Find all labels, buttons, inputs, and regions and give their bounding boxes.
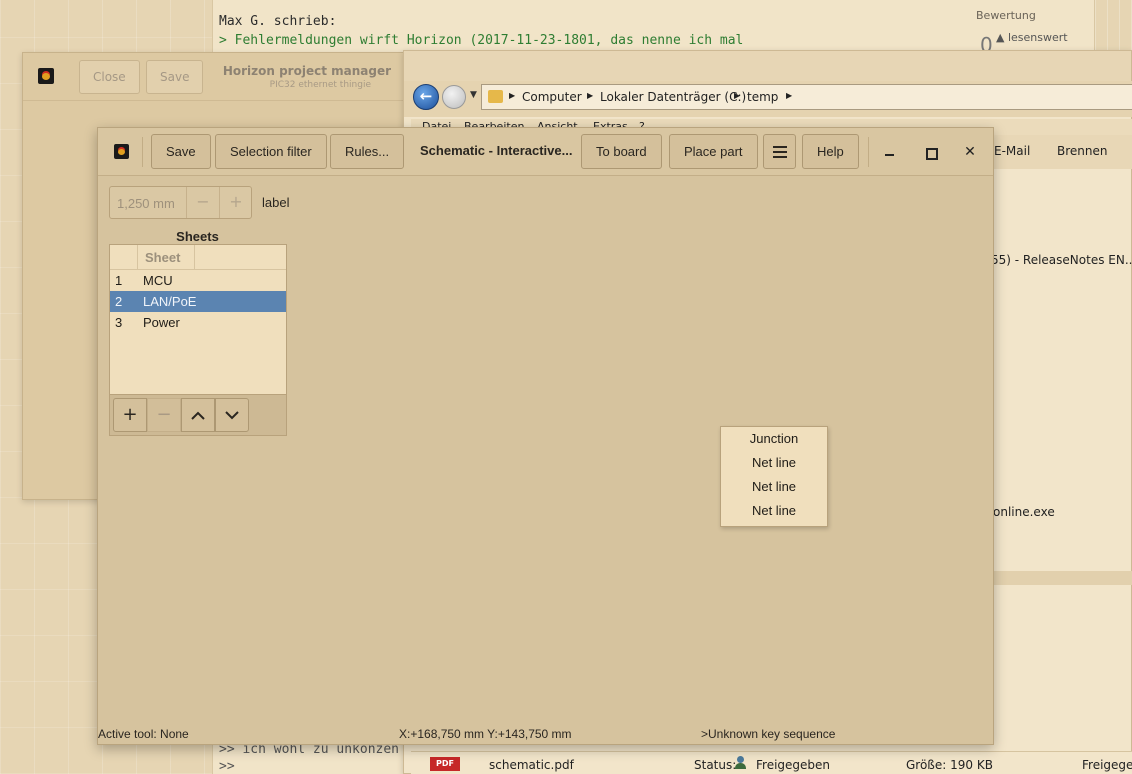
place-part-button[interactable]: Place part [669, 134, 758, 169]
schematic-statusbar: Active tool: None X:+168,750 mm Y:+143,7… [98, 726, 993, 744]
hamburger-menu-icon[interactable] [763, 134, 796, 169]
chevron-up-icon [191, 411, 205, 420]
header-separator [142, 137, 143, 167]
breadcrumb-arrow-icon[interactable]: ▶ [734, 91, 740, 100]
schematic-headerbar: Save Selection filter Rules... Schematic… [98, 128, 993, 176]
hamburger-menu-glyph [772, 146, 787, 158]
sheets-toolbar: + − [109, 395, 287, 436]
maximize-icon[interactable] [920, 142, 940, 162]
breadcrumb-temp[interactable]: temp [747, 90, 778, 104]
pm-close-button[interactable]: Close [79, 60, 140, 94]
context-item-net-line[interactable]: Net line [721, 475, 827, 499]
history-dropdown-icon[interactable]: ▼ [470, 90, 477, 100]
explorer-toolbar: E-Mail Brennen [994, 135, 1132, 169]
triangle-up-icon: ▲ [996, 31, 1005, 44]
help-button[interactable]: Help [802, 134, 859, 169]
pm-subtitle: PIC32 ethernet thingie [269, 80, 371, 90]
horizon-logo-icon [114, 144, 129, 159]
rating-lesenswert-link[interactable]: ▲ lesenswert [996, 31, 1068, 44]
close-icon[interactable]: ✕ [960, 142, 980, 162]
sheet-name: Power [143, 315, 180, 330]
key-sequence-status: >Unknown key sequence [701, 727, 836, 741]
column-separator [137, 245, 138, 269]
breadcrumb-drive[interactable]: Lokaler Datenträger (C:) [600, 90, 746, 104]
rating-label: Bewertung [976, 9, 1036, 22]
details-size: Größe: 190 KB [906, 758, 993, 772]
remove-sheet-button[interactable]: − [147, 398, 181, 432]
chevron-down-icon [225, 411, 239, 420]
window-title: Schematic - Interactive... [420, 143, 573, 158]
back-arrow-icon[interactable]: ← [413, 84, 439, 110]
explorer-details-pane: PDF schematic.pdf Status: Freigegeben Gr… [411, 751, 1132, 774]
grid-increment-button[interactable]: + [219, 187, 252, 218]
breadcrumb-arrow-icon[interactable]: ▶ [509, 91, 515, 100]
sheet-column-label[interactable]: Sheet [145, 250, 180, 265]
grid-spin-button[interactable]: 1,250 mm − + [109, 186, 252, 219]
rules-button[interactable]: Rules... [330, 134, 405, 169]
sheet-number: 3 [115, 315, 123, 330]
pm-save-button[interactable]: Save [146, 60, 204, 94]
explorer-divider [994, 571, 1132, 585]
breadcrumb-arrow-icon[interactable]: ▶ [786, 91, 792, 100]
sheets-column-header: Sheet [110, 245, 286, 270]
shared-users-icon [734, 756, 748, 770]
explorer-titlebar [404, 51, 1131, 81]
cursor-coordinates: X:+168,750 mm Y:+143,750 mm [399, 727, 572, 741]
quote-author: Max G. schrieb: [219, 14, 337, 29]
details-status-label: Status: [694, 758, 737, 772]
file-releasenotes[interactable]: 55) - ReleaseNotes EN.... [991, 253, 1132, 267]
context-item-net-line[interactable]: Net line [721, 451, 827, 475]
project-manager-header: Close Save Horizon project manager PIC32… [23, 53, 411, 101]
sheet-name: LAN/PoE [143, 294, 197, 309]
rating-link-label: lesenswert [1007, 31, 1068, 44]
pm-title: Horizon project manager [222, 64, 391, 78]
address-bar[interactable]: ▶ Computer ▶ Lokaler Datenträger (C:) ▶ … [481, 84, 1132, 110]
schematic-window: Save Selection filter Rules... Schematic… [97, 127, 994, 745]
details-shared: Freigegeb [1082, 758, 1132, 772]
toolbar-email[interactable]: E-Mail [994, 144, 1030, 158]
sheet-row-power[interactable]: 3 Power [110, 312, 286, 333]
sheet-name: MCU [143, 273, 173, 288]
quote-line: > Fehlermeldungen wirft Horizon (2017-11… [219, 33, 744, 48]
to-board-button[interactable]: To board [581, 134, 662, 169]
details-filename: schematic.pdf [489, 758, 574, 772]
explorer-navbar: ← ▼ ▶ Computer ▶ Lokaler Datenträger (C:… [404, 81, 1132, 117]
sheets-title: Sheets [176, 229, 219, 244]
add-sheet-button[interactable]: + [113, 398, 147, 432]
breadcrumb-computer[interactable]: Computer [522, 90, 582, 104]
sheet-number: 1 [115, 273, 123, 288]
sheet-row-lan-poe[interactable]: 2 LAN/PoE [110, 291, 286, 312]
grid-value[interactable]: 1,250 mm [117, 196, 175, 211]
context-item-net-line[interactable]: Net line [721, 499, 827, 523]
context-menu: Junction Net line Net line Net line [720, 426, 828, 527]
header-separator [868, 137, 869, 167]
folder-icon [488, 90, 503, 103]
toolbar-brennen[interactable]: Brennen [1057, 144, 1107, 158]
pdf-file-icon: PDF [430, 757, 460, 771]
forward-arrow-icon[interactable] [442, 85, 466, 109]
sheet-row-mcu[interactable]: 1 MCU [110, 270, 286, 291]
active-tool-status: Active tool: None [98, 727, 189, 741]
grid-decrement-button[interactable]: − [186, 187, 219, 218]
sheet-number: 2 [115, 294, 123, 309]
quote-line-nested-empty: >> [219, 759, 235, 774]
grid-label: label [262, 195, 290, 210]
column-separator [194, 245, 195, 269]
sheets-list: Sheet 1 MCU 2 LAN/PoE 3 Power [109, 244, 287, 395]
context-item-junction[interactable]: Junction [721, 427, 827, 451]
save-button[interactable]: Save [151, 134, 211, 169]
file-online-exe[interactable]: online.exe [993, 505, 1055, 519]
minimize-icon[interactable] [880, 142, 900, 162]
selection-filter-button[interactable]: Selection filter [215, 134, 327, 169]
move-sheet-up-button[interactable] [181, 398, 215, 432]
horizon-logo-icon [38, 68, 54, 84]
breadcrumb-arrow-icon[interactable]: ▶ [587, 91, 593, 100]
move-sheet-down-button[interactable] [215, 398, 249, 432]
details-status-value: Freigegeben [756, 758, 831, 772]
